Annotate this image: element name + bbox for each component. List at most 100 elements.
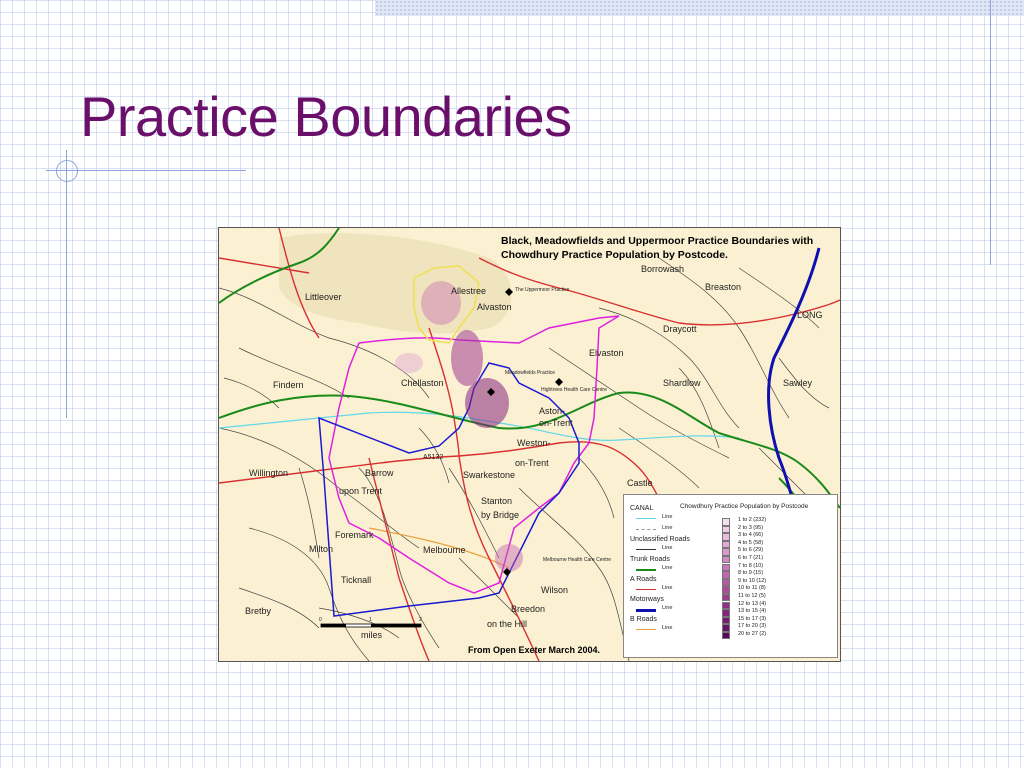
population-class-swatch — [722, 571, 730, 579]
practice-label-uppermoor: The Uppermoor Practice — [515, 287, 570, 293]
population-class-label: 12 to 13 (4) — [738, 601, 766, 609]
place-label: Shardlow — [663, 378, 701, 388]
population-class-range: 2 to 3 — [738, 524, 752, 531]
legend-line-row: Line — [630, 544, 710, 555]
population-class-range: 7 to 8 — [738, 562, 752, 569]
practice-label-meadowfields: Meadowfields Practice — [505, 370, 555, 376]
place-label: Barrow — [365, 468, 394, 478]
practice-label-melbourne: Melbourne Health Care Centre — [543, 557, 611, 563]
population-class-count: (10) — [753, 562, 764, 569]
population-class-range: 20 to 27 — [738, 630, 758, 637]
legend-line-label: Line — [662, 625, 673, 631]
population-class-swatch — [722, 518, 730, 526]
road-label-a5132: A5132 — [423, 454, 443, 461]
legend-swatch — [636, 569, 656, 571]
scale-tick-0: 0 — [319, 617, 322, 623]
population-class-range: 4 to 5 — [738, 539, 752, 546]
population-class-range: 1 to 2 — [738, 517, 752, 523]
population-class-swatch — [722, 540, 730, 549]
legend-line-row: Line — [630, 564, 710, 575]
population-class-range: 13 to 15 — [738, 608, 758, 615]
population-class-range: 6 to 7 — [738, 554, 752, 561]
population-class-range: 15 to 17 — [738, 615, 758, 622]
population-class-swatch — [722, 525, 730, 534]
legend-line-row: Line — [630, 524, 710, 535]
place-label: LONG — [797, 310, 823, 320]
legend-line-row: Line — [630, 584, 710, 595]
population-class-count: (8) — [759, 585, 766, 592]
motorway-m1 — [767, 247, 821, 495]
legend-category: A Roads — [630, 576, 657, 583]
population-class-count: (58) — [753, 539, 764, 546]
place-label: Littleover — [305, 292, 342, 302]
population-legend-title: Chowdhury Practice Population by Postcod… — [680, 503, 809, 510]
place-label: on-Trent — [515, 458, 549, 468]
population-class-swatch — [722, 593, 730, 602]
population-class-count: (66) — [753, 532, 764, 539]
place-label: Breedon — [511, 604, 545, 614]
population-class-count: (3) — [759, 615, 767, 622]
legend-line-row: Line — [630, 604, 710, 615]
place-label: Weston- — [517, 438, 550, 448]
scale-bar: 0 1 2 miles — [319, 617, 422, 640]
population-class-range: 9 to 10 — [738, 577, 755, 584]
population-class-swatch — [722, 586, 730, 594]
place-label: Aston- — [539, 406, 565, 416]
population-class-range: 12 to 13 — [738, 600, 758, 607]
population-class-count: (3) — [759, 623, 767, 630]
population-class-count: (4) — [759, 600, 767, 607]
population-class-swatch — [722, 533, 730, 541]
population-class-range: 8 to 9 — [738, 570, 752, 577]
practice-markers — [487, 288, 563, 576]
scale-tick-2: 2 — [419, 617, 422, 623]
population-class-label: 13 to 15 (4) — [738, 608, 766, 616]
right-decor-line — [990, 0, 991, 265]
legend-category: B Roads — [630, 616, 657, 623]
population-class-count: (29) — [753, 547, 764, 554]
legend-line-label: Line — [662, 605, 673, 611]
place-label: Foremark — [335, 530, 374, 540]
place-label: Swarkestone — [463, 470, 515, 480]
map-title-line1: Black, Meadowfields and Uppermoor Practi… — [501, 235, 813, 247]
left-decor-line — [66, 150, 67, 418]
legend-line-row: Line — [630, 624, 710, 635]
population-class-count: (95) — [753, 524, 764, 531]
place-label: upon Trent — [339, 486, 383, 496]
place-label: Allestree — [451, 286, 486, 296]
legend-category: Trunk Roads — [630, 556, 670, 563]
place-label: on-Trent — [539, 418, 573, 428]
legend-swatch — [636, 609, 656, 612]
population-class-count: (12) — [756, 577, 767, 584]
population-class-label: 7 to 8 (10) — [738, 563, 763, 571]
population-class-swatch — [722, 563, 730, 572]
legend-swatch — [636, 518, 656, 519]
legend-line-label: Line — [662, 525, 673, 531]
legend-category: Unclassified Roads — [630, 536, 690, 543]
place-label: Bretby — [245, 606, 272, 616]
place-label: Breaston — [705, 282, 741, 292]
place-label: Sawley — [783, 378, 813, 388]
place-label: by Bridge — [481, 510, 519, 520]
place-label: Milton — [309, 544, 333, 554]
population-class-count: (15) — [753, 570, 764, 577]
map-legend: CANAL Line Line Unclassified Roads Line … — [623, 494, 838, 658]
population-class-label: 6 to 7 (21) — [738, 555, 763, 563]
legend-category: Motorways — [630, 596, 664, 603]
population-class-label: 20 to 27 (2) — [738, 631, 766, 639]
scale-unit: miles — [361, 630, 383, 640]
population-class-label: 17 to 20 (3) — [738, 623, 766, 631]
population-class-swatch — [722, 601, 730, 610]
place-label: Draycott — [663, 324, 697, 334]
legend-line-groups: CANAL Line Line Unclassified Roads Line … — [630, 504, 710, 635]
population-class-label: 10 to 11 (8) — [738, 585, 766, 593]
population-class-range: 3 to 4 — [738, 532, 752, 539]
place-label: Willington — [249, 468, 288, 478]
place-label: Findern — [273, 380, 304, 390]
place-label: Wilson — [541, 585, 568, 595]
population-class-count: (232) — [753, 517, 767, 523]
population-class-count: (5) — [759, 592, 766, 599]
population-class-label: 5 to 6 (29) — [738, 547, 763, 555]
population-class-label: 4 to 5 (58) — [738, 540, 763, 548]
place-label: Alvaston — [477, 302, 512, 312]
population-class-range: 17 to 20 — [738, 623, 758, 630]
